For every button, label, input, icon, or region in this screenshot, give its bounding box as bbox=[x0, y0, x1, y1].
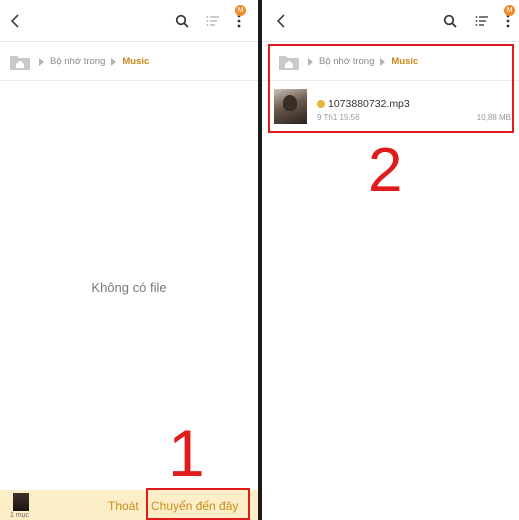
back-arrow-icon bbox=[276, 14, 285, 28]
search-icon bbox=[443, 14, 457, 28]
selected-item-thumbnail bbox=[13, 493, 29, 511]
right-panel: M Bộ nhớ trong Music 1073880732.mp3 9 Th… bbox=[262, 0, 519, 520]
breadcrumb-current: Music bbox=[122, 56, 150, 67]
notification-badge: M bbox=[504, 5, 515, 16]
search-button[interactable] bbox=[440, 11, 460, 31]
sort-icon bbox=[206, 16, 219, 26]
back-button[interactable] bbox=[6, 11, 26, 31]
more-vertical-icon bbox=[237, 14, 241, 28]
breadcrumb-separator bbox=[111, 57, 117, 66]
more-menu-button[interactable]: M bbox=[229, 5, 249, 31]
selection-count: 1 mục bbox=[10, 512, 30, 519]
folder-home-icon[interactable] bbox=[9, 53, 31, 71]
more-vertical-icon bbox=[506, 14, 510, 28]
exit-button[interactable]: Thoát bbox=[108, 499, 139, 513]
search-icon bbox=[175, 14, 189, 28]
more-menu-button[interactable]: M bbox=[498, 5, 518, 31]
top-bar: M bbox=[0, 0, 258, 42]
highlight-box-moved-file bbox=[268, 44, 514, 133]
highlight-box-move-here bbox=[146, 488, 250, 520]
sort-icon bbox=[475, 16, 488, 26]
empty-state-message: Không có file bbox=[91, 280, 167, 295]
top-bar: M bbox=[262, 0, 519, 42]
step-number-1: 1 bbox=[168, 416, 205, 490]
breadcrumb: Bộ nhớ trong Music bbox=[0, 43, 258, 81]
back-arrow-icon bbox=[10, 14, 19, 28]
sort-button[interactable] bbox=[203, 11, 223, 31]
notification-badge: M bbox=[235, 5, 246, 16]
search-button[interactable] bbox=[172, 11, 192, 31]
left-panel: M Bộ nhớ trong Music Không có file 1 mục… bbox=[0, 0, 258, 520]
breadcrumb-separator bbox=[39, 57, 44, 66]
step-number-2: 2 bbox=[368, 136, 403, 205]
breadcrumb-root[interactable]: Bộ nhớ trong bbox=[50, 56, 105, 67]
back-button[interactable] bbox=[272, 11, 292, 31]
sort-button[interactable] bbox=[472, 11, 492, 31]
